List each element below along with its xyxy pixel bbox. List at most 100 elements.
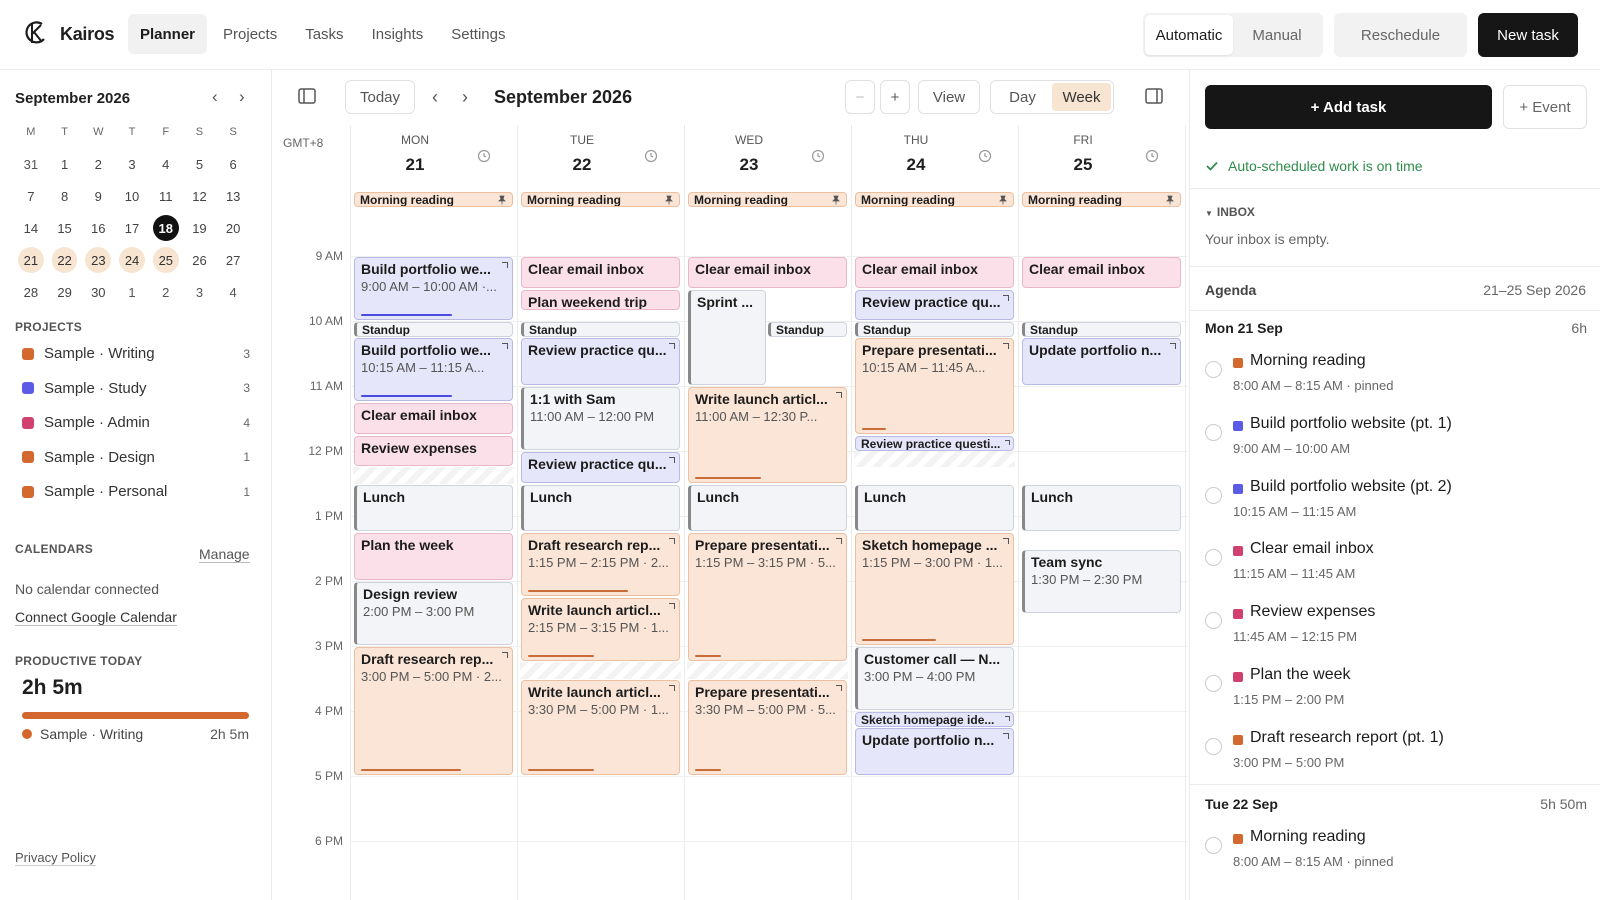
kairos-logo-icon[interactable] [22,20,48,46]
clock-icon[interactable] [477,149,491,163]
calendar-event[interactable]: Sketch homepage ... 1:15 PM – 3:00 PM · 1… [855,533,1014,645]
resize-handle-icon[interactable] [669,603,675,610]
nav-insights[interactable]: Insights [360,14,436,54]
calendar-event[interactable]: Prepare presentati... 10:15 AM – 11:45 A.… [855,338,1014,434]
calendar-event[interactable]: Write launch articl... 11:00 AM – 12:30 P… [688,387,847,483]
mini-day-cell[interactable]: 2 [149,279,183,305]
zoom-out-button[interactable]: − [845,80,875,114]
calendar-event[interactable]: Review practice qu... [521,338,680,385]
resize-handle-icon[interactable] [1003,294,1009,301]
calendar-event[interactable]: Write launch articl... 3:30 PM – 5:00 PM … [521,679,680,775]
calendar-event[interactable]: Clear email inbox [855,257,1014,288]
privacy-policy-link[interactable]: Privacy Policy [15,850,96,866]
mini-day-cell[interactable]: 31 [14,151,48,177]
calendar-event[interactable]: Clear email inbox [354,403,513,434]
calendar-event[interactable]: Morning reading [1022,192,1181,207]
mini-day-cell[interactable]: 8 [48,183,82,209]
project-item[interactable]: Sample · Study 3 [22,380,250,397]
complete-checkbox[interactable] [1205,737,1222,755]
calendar-event[interactable]: Clear email inbox [688,257,847,288]
calendar-event[interactable]: Lunch [855,484,1014,532]
calendar-event[interactable]: Draft research rep... 3:00 PM – 5:00 PM ·… [354,647,513,775]
mini-day-cell[interactable]: 1 [115,279,149,305]
project-item[interactable]: Sample · Personal 1 [22,483,250,500]
mini-day-cell[interactable]: 3 [115,151,149,177]
mini-calendar-prev-button[interactable]: ‹ [212,87,218,107]
calendar-event[interactable]: Design review 2:00 PM – 3:00 PM [354,582,513,645]
mini-day-cell[interactable]: 4 [216,279,250,305]
resize-handle-icon[interactable] [669,457,675,463]
complete-checkbox[interactable] [1205,836,1222,854]
mode-manual-button[interactable]: Manual [1233,15,1321,55]
calendar-event[interactable]: Update portfolio n... [1022,338,1181,385]
mini-day-cell[interactable]: 10 [115,183,149,209]
today-button[interactable]: Today [345,80,415,114]
nav-planner[interactable]: Planner [128,14,208,54]
calendar-event[interactable]: Prepare presentati... 1:15 PM – 3:15 PM ·… [688,533,847,662]
day-column-header[interactable]: TUE 22 [517,125,684,191]
mini-day-cell[interactable]: 3 [183,279,217,305]
mini-day-cell[interactable]: 16 [81,215,115,241]
calendar-event[interactable]: Standup [768,322,847,337]
project-item[interactable]: Sample · Design 1 [22,449,250,466]
resize-handle-icon[interactable] [669,684,675,691]
complete-checkbox[interactable] [1205,486,1222,504]
calendar-event[interactable]: Standup [354,322,513,337]
agenda-item[interactable]: Morning reading 8:00 AM – 8:15 AM · pinne… [1205,352,1585,410]
calendar-event[interactable]: Build portfolio we... 10:15 AM – 11:15 A.… [354,338,513,402]
calendar-event[interactable]: Morning reading [521,192,680,207]
prev-week-button[interactable]: ‹ [423,80,447,114]
resize-handle-icon[interactable] [1003,343,1009,350]
mini-day-cell[interactable]: 5 [183,151,217,177]
complete-checkbox[interactable] [1205,423,1222,441]
calendar-event[interactable]: Prepare presentati... 3:30 PM – 5:00 PM ·… [688,679,847,775]
agenda-item[interactable]: Build portfolio website (pt. 1) 9:00 AM –… [1205,415,1585,473]
agenda-item[interactable]: Draft research report (pt. 1) 3:00 PM – 5… [1205,729,1585,787]
calendar-event[interactable]: Standup [521,322,680,337]
calendar-event[interactable]: Plan the week [354,533,513,580]
nav-tasks[interactable]: Tasks [293,14,355,54]
calendar-event[interactable]: Draft research rep... 1:15 PM – 2:15 PM ·… [521,533,680,597]
new-task-button[interactable]: New task [1478,13,1578,57]
mini-day-cell[interactable]: 20 [216,215,250,241]
resize-handle-icon[interactable] [1170,343,1176,350]
calendar-event[interactable]: Plan weekend trip [521,289,680,310]
calendar-event[interactable]: Customer call — N... 3:00 PM – 4:00 PM [855,647,1014,710]
calendar-event[interactable]: Team sync 1:30 PM – 2:30 PM [1022,549,1181,613]
day-column-header[interactable]: THU 24 [851,125,1018,191]
view-button[interactable]: View [918,80,980,114]
resize-handle-icon[interactable] [836,684,842,691]
agenda-item[interactable]: Build portfolio website (pt. 2) 10:15 AM … [1205,478,1585,536]
agenda-item[interactable]: Clear email inbox 11:15 AM – 11:45 AM [1205,540,1585,598]
mini-day-cell[interactable]: 18 [152,215,179,241]
calendar-event[interactable]: Standup [855,322,1014,337]
mini-day-cell[interactable]: 24 [119,247,145,273]
week-view-button[interactable]: Week [1052,83,1111,111]
resize-handle-icon[interactable] [836,538,842,545]
nav-settings[interactable]: Settings [439,14,517,54]
calendar-event[interactable]: Standup [1022,322,1181,337]
nav-projects[interactable]: Projects [211,14,289,54]
mini-day-cell[interactable]: 11 [149,183,183,209]
resize-handle-icon[interactable] [1005,716,1010,721]
mini-day-cell[interactable]: 23 [85,247,112,273]
toggle-right-panel-icon[interactable] [1144,86,1164,106]
agenda-item[interactable]: Plan the week 1:15 PM – 2:00 PM [1205,666,1585,724]
mini-day-cell[interactable]: 30 [81,279,115,305]
resize-handle-icon[interactable] [502,652,508,658]
complete-checkbox[interactable] [1205,612,1222,630]
mini-day-cell[interactable]: 1 [48,151,82,177]
calendar-event[interactable]: Review practice qu... [521,452,680,483]
resize-handle-icon[interactable] [1003,538,1009,545]
mini-day-cell[interactable]: 29 [48,279,82,305]
mini-day-cell[interactable]: 12 [183,183,217,209]
calendar-event[interactable]: Build portfolio we... 9:00 AM – 10:00 AM … [354,257,513,320]
calendar-event[interactable]: Morning reading [688,192,847,207]
calendar-event[interactable]: Write launch articl... 2:15 PM – 3:15 PM … [521,598,680,662]
calendar-event[interactable]: Lunch [688,484,847,532]
mini-day-cell[interactable]: 17 [115,215,149,241]
mini-day-cell[interactable]: 13 [216,183,250,209]
mini-day-cell[interactable]: 14 [14,215,48,241]
mini-day-cell[interactable]: 15 [48,215,82,241]
mini-day-cell[interactable]: 6 [216,151,250,177]
